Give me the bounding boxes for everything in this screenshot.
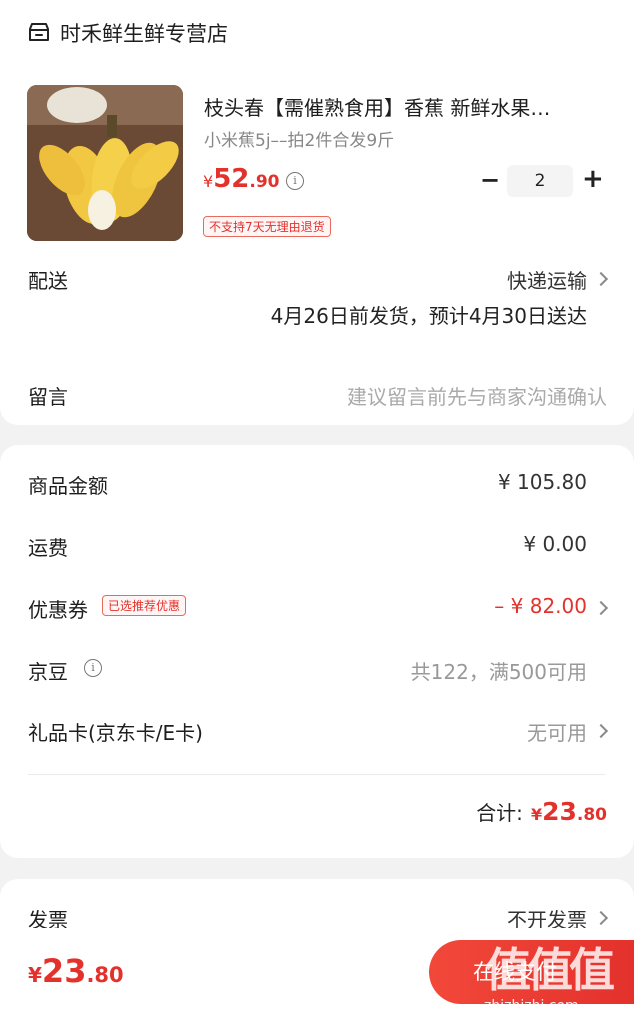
delivery-label: 配送 <box>28 269 68 293</box>
jd-beans-value: 共122，满500可用 <box>410 660 587 684</box>
goods-amount-label: 商品金额 <box>28 474 108 498</box>
invoice-chevron-icon[interactable] <box>593 910 609 926</box>
coupon-value[interactable]: – ¥ 82.00 <box>494 594 587 618</box>
gift-card-chevron-icon[interactable] <box>593 723 609 739</box>
checkout-bar: ¥23.80 在线支付 值值值 zhizhizhi.com <box>0 928 634 1024</box>
gift-card-label: 礼品卡(京东卡/E卡) <box>28 721 203 745</box>
quantity-input[interactable]: 2 <box>507 165 573 197</box>
order-card: 时禾鲜生鲜专营店 枝头春【需催熟食用】香蕉 新鲜水果… 小米蕉5j––拍2件合发… <box>0 0 634 425</box>
price-summary-card: 商品金额 ¥ 105.80 运费 ¥ 0.00 优惠券 已选推荐优惠 – ¥ 8… <box>0 445 634 858</box>
delivery-chevron-icon[interactable] <box>593 271 609 287</box>
shipping-label: 运费 <box>28 536 68 560</box>
watermark-url: zhizhizhi.com <box>484 998 579 1014</box>
product-image[interactable] <box>27 85 183 241</box>
goods-amount-value: ¥ 105.80 <box>497 470 587 494</box>
delivery-method[interactable]: 快递运输 <box>507 265 587 294</box>
store-icon <box>28 22 50 42</box>
footer-price: ¥23.80 <box>28 952 124 990</box>
jd-beans-label: 京豆 <box>28 660 68 684</box>
jd-beans-info-icon[interactable]: i <box>84 659 102 677</box>
watermark-logo: 值值值 <box>485 943 615 997</box>
summary-divider <box>28 774 606 775</box>
store-name[interactable]: 时禾鲜生鲜专营店 <box>60 18 228 48</box>
shipping-value: ¥ 0.00 <box>523 532 587 556</box>
delivery-eta: 4月26日前发货，预计4月30日送达 <box>270 304 587 328</box>
total-label: 合计: <box>476 801 523 825</box>
product-price: ¥52.90 <box>203 164 280 194</box>
message-label: 留言 <box>28 385 68 409</box>
product-title[interactable]: 枝头春【需催熟食用】香蕉 新鲜水果… <box>204 92 550 121</box>
return-policy-badge: 不支持7天无理由退货 <box>203 216 331 237</box>
gift-card-value[interactable]: 无可用 <box>527 717 587 746</box>
coupon-badge: 已选推荐优惠 <box>102 595 187 616</box>
coupon-chevron-icon[interactable] <box>593 600 609 616</box>
quantity-plus-button[interactable]: + <box>582 164 604 194</box>
total-row: 合计: ¥23.80 <box>476 797 607 826</box>
product-spec[interactable]: 小米蕉5j––拍2件合发9斤 <box>204 126 394 151</box>
message-input[interactable]: 建议留言前先与商家沟通确认 <box>347 381 607 410</box>
price-info-icon[interactable]: i <box>286 172 304 190</box>
quantity-minus-button[interactable]: − <box>480 166 500 194</box>
total-amount: 23 <box>542 797 577 826</box>
coupon-label: 优惠券 <box>28 598 88 622</box>
